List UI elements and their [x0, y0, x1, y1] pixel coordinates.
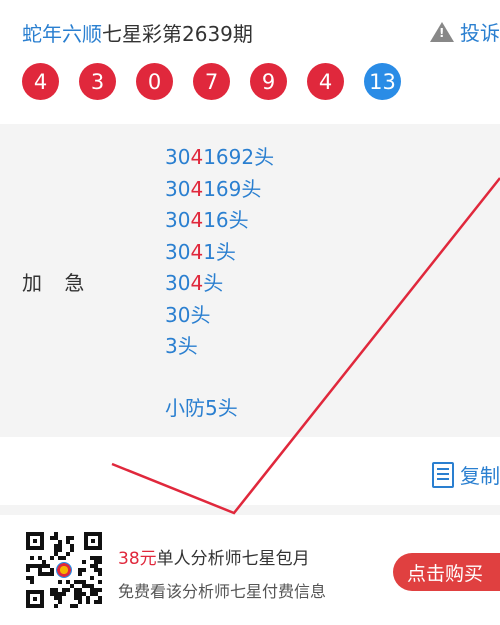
prediction-line: 3041头 [165, 237, 274, 269]
warning-triangle-icon: ! [430, 21, 454, 42]
promo-price: 38元 [118, 549, 157, 569]
prediction-line-pre: 30 [165, 271, 191, 295]
header: 蛇年六顺七星彩第2639期 ! 投诉 [0, 0, 500, 62]
prediction-line-post: 1692头 [203, 145, 275, 169]
title-suffix: 七星彩第2639期 [102, 22, 253, 46]
draw-number-ball: 3 [79, 63, 116, 100]
prediction-panel: 加 急 3041692头 304169头 30416头 3041头 304头 30头 3头小… [0, 124, 500, 437]
draw-number-ball: 4 [22, 63, 59, 100]
prediction-line-post: 1头 [203, 239, 236, 264]
prediction-line-hit: 4 [190, 271, 204, 295]
prediction-line-pre: 30 [165, 145, 191, 169]
promo-title-text: 单人分析师七星包月 [156, 549, 310, 569]
promo-title: 38元单人分析师七星包月 [118, 544, 310, 569]
prediction-line-pre: 3头 [165, 334, 198, 358]
prediction-extra-line: 小防5头 [165, 395, 238, 420]
prediction-line-hit: 4 [190, 176, 204, 201]
prediction-line: 3041692头 [165, 142, 274, 174]
prediction-line-hit: 4 [190, 208, 204, 232]
buy-label: 点击购买 [407, 562, 484, 585]
qr-code [26, 532, 102, 608]
page-title: 蛇年六顺七星彩第2639期 [22, 18, 253, 47]
watermark: 梳信达 [454, 608, 494, 623]
draw-number-ball: 7 [193, 63, 230, 100]
section-divider [0, 505, 500, 515]
draw-number-ball: 13 [364, 63, 401, 100]
prediction-line: 3头 [165, 331, 274, 363]
qr-logo-icon [56, 562, 72, 578]
report-button[interactable]: ! 投诉 [430, 17, 500, 46]
copy-button[interactable]: 复制 [432, 460, 500, 489]
title-prefix: 蛇年六顺 [22, 22, 102, 46]
prediction-line-hit: 4 [190, 239, 204, 264]
prediction-line-pre: 30 [165, 239, 191, 264]
copy-label: 复制 [460, 464, 500, 488]
prediction-line: 30头 [165, 300, 274, 332]
draw-numbers: 4 3 0 7 9 4 13 [22, 63, 421, 100]
prediction-line: 30416头 [165, 205, 274, 237]
prediction-lines: 3041692头 304169头 30416头 3041头 304头 30头 3头 小防5头 [165, 142, 274, 424]
report-label: 投诉 [460, 21, 500, 45]
draw-number-ball: 9 [250, 63, 287, 100]
prediction-line: 304169头 [165, 174, 274, 206]
prediction-line-post: 169头 [203, 176, 262, 201]
prediction-line-post: 16头 [203, 208, 249, 232]
promo-subtitle: 免费看该分析师七星付费信息 [118, 582, 327, 601]
promo-card: 38元单人分析师七星包月 免费看该分析师七星付费信息 点击购买 [0, 520, 500, 625]
document-icon [432, 461, 454, 488]
prediction-line: 304头 [165, 268, 274, 300]
prediction-line-pre: 30 [165, 208, 191, 232]
prediction-label: 加 急 [22, 271, 93, 295]
draw-number-ball: 0 [136, 63, 173, 100]
prediction-line-pre: 30头 [165, 302, 211, 327]
prediction-line-pre: 30 [165, 176, 191, 201]
buy-button[interactable]: 点击购买 [393, 553, 500, 591]
prediction-line-hit: 4 [190, 145, 204, 169]
draw-number-ball: 4 [307, 63, 344, 100]
prediction-line-post: 头 [203, 271, 224, 295]
